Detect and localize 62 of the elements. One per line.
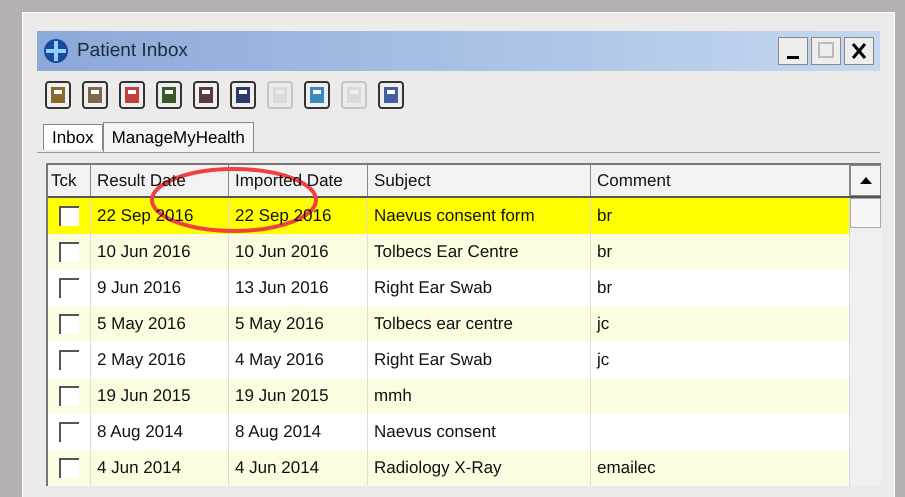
table-cell-text: 5 May 2016 bbox=[97, 313, 186, 336]
table-cell-text: 13 Jun 2016 bbox=[235, 277, 329, 300]
column-header[interactable]: Subject bbox=[374, 168, 431, 194]
column-header[interactable]: Imported Date bbox=[235, 168, 343, 194]
table-cell-text: 10 Jun 2016 bbox=[235, 241, 329, 264]
table-row[interactable]: 4 Jun 2014 4 Jun 2014 Radiology X-Ray emailec bbox=[48, 450, 850, 486]
toolbar-icon[interactable] bbox=[378, 81, 404, 109]
toolbar-icon[interactable] bbox=[304, 81, 330, 109]
table-row[interactable]: 9 Jun 2016 13 Jun 2016 Right Ear Swab br bbox=[48, 270, 850, 306]
window-title: Patient Inbox bbox=[77, 38, 188, 63]
table-row[interactable]: 2 May 2016 4 May 2016 Right Ear Swab jc bbox=[48, 342, 850, 378]
table-cell-text: 2 May 2016 bbox=[97, 349, 186, 372]
table-cell-text: 19 Jun 2015 bbox=[97, 385, 191, 408]
table-cell-text: Right Ear Swab bbox=[374, 277, 492, 300]
table-cell-text: mmh bbox=[374, 385, 412, 408]
table-cell-text: jc bbox=[597, 313, 610, 336]
checkbox[interactable] bbox=[59, 386, 79, 406]
table-cell-text: Radiology X-Ray bbox=[374, 457, 502, 480]
tab[interactable]: Inbox bbox=[43, 124, 103, 150]
column-header[interactable]: Comment bbox=[597, 168, 671, 194]
toolbar-icon[interactable] bbox=[119, 81, 145, 109]
scrollbar-track[interactable] bbox=[850, 198, 881, 486]
tab[interactable]: ManageMyHealth bbox=[102, 122, 254, 152]
checkbox[interactable] bbox=[59, 314, 79, 334]
checkbox[interactable] bbox=[59, 206, 79, 226]
table-cell-text: Right Ear Swab bbox=[374, 349, 492, 372]
table-cell-text: 10 Jun 2016 bbox=[97, 241, 191, 264]
toolbar-icon[interactable] bbox=[156, 81, 182, 109]
minimize-icon[interactable] bbox=[778, 37, 808, 65]
table-row[interactable]: 5 May 2016 5 May 2016 Tolbecs ear centre jc bbox=[48, 306, 850, 342]
table-cell-text: br bbox=[597, 277, 612, 300]
toolbar-icon[interactable] bbox=[193, 81, 219, 109]
table-cell-text: jc bbox=[597, 349, 610, 372]
table-cell-text: 9 Jun 2016 bbox=[97, 277, 182, 300]
table-cell-text: 19 Jun 2015 bbox=[235, 385, 329, 408]
scroll-up-button[interactable] bbox=[850, 165, 881, 196]
table-cell-text: emailec bbox=[597, 457, 656, 480]
table-row[interactable]: 10 Jun 2016 10 Jun 2016 Tolbecs Ear Centre br bbox=[48, 234, 850, 270]
up-arrow-icon bbox=[860, 177, 872, 184]
table-row[interactable]: 19 Jun 2015 19 Jun 2015 mmh bbox=[48, 378, 850, 414]
table-cell-text: 8 Aug 2014 bbox=[235, 421, 322, 444]
toolbar-icon[interactable] bbox=[230, 81, 256, 109]
toolbar-icon[interactable] bbox=[45, 81, 71, 109]
column-header[interactable]: Tck bbox=[51, 168, 76, 194]
table-cell-text: br bbox=[597, 205, 612, 228]
table-cell-text: 5 May 2016 bbox=[235, 313, 324, 336]
table-row[interactable]: 8 Aug 2014 8 Aug 2014 Naevus consent bbox=[48, 414, 850, 450]
table-cell-text: 4 Jun 2014 bbox=[235, 457, 320, 480]
table-cell-text: Naevus consent bbox=[374, 421, 496, 444]
table-cell-text: Naevus consent form bbox=[374, 205, 535, 228]
toolbar-icon[interactable] bbox=[82, 81, 108, 109]
table-cell-text: 4 May 2016 bbox=[235, 349, 324, 372]
table-cell-text: Tolbecs ear centre bbox=[374, 313, 513, 336]
checkbox[interactable] bbox=[59, 458, 79, 478]
table-cell-text: br bbox=[597, 241, 612, 264]
table-cell-text: Tolbecs Ear Centre bbox=[374, 241, 519, 264]
app-globe-icon bbox=[43, 38, 69, 64]
checkbox[interactable] bbox=[59, 242, 79, 262]
close-icon[interactable] bbox=[844, 37, 874, 65]
table-cell-text: 4 Jun 2014 bbox=[97, 457, 182, 480]
table-cell-text: 8 Aug 2014 bbox=[97, 421, 184, 444]
scrollbar-thumb[interactable] bbox=[850, 198, 881, 228]
